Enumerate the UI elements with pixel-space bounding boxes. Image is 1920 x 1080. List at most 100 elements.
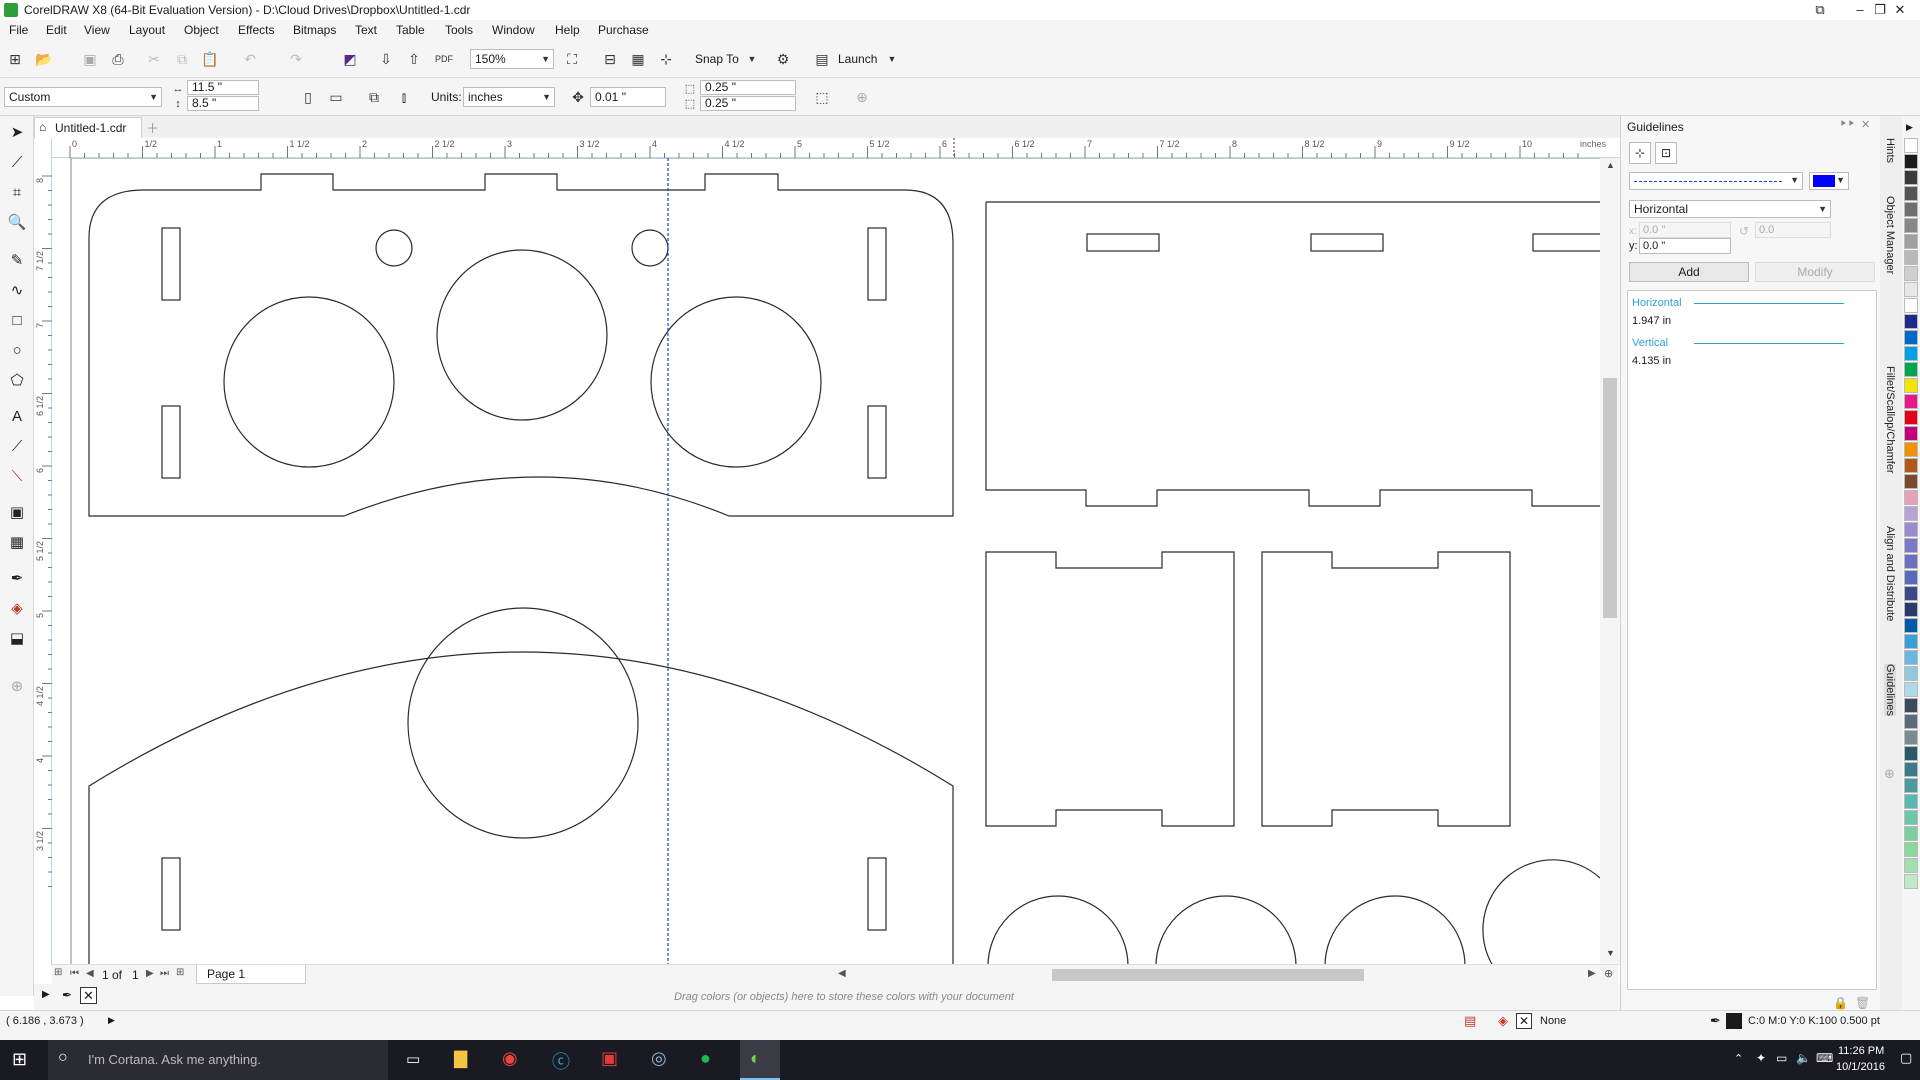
slot[interactable] (867, 857, 887, 931)
snap-guidelines-icon[interactable]: ⊡ (1655, 142, 1677, 164)
palette-options-arrow-icon[interactable]: ▶ (42, 989, 50, 1000)
palette-swatch[interactable] (1904, 858, 1918, 873)
add-page-before-icon[interactable]: ⊞ (54, 967, 62, 978)
small-hole[interactable] (375, 229, 413, 267)
guideline-type-select[interactable]: Horizontal ▼ (1629, 200, 1831, 218)
menu-file[interactable]: File (9, 23, 28, 37)
windows-start-icon[interactable]: ⊞ (12, 1049, 27, 1070)
first-page-icon[interactable]: ⏮ (70, 968, 79, 979)
notifications-icon[interactable]: ▢ (1900, 1050, 1912, 1066)
network-icon[interactable]: ▭ (1776, 1051, 1787, 1065)
palette-swatch[interactable] (1904, 762, 1918, 777)
steam-icon[interactable]: ◎ (651, 1048, 667, 1069)
guideline-color-picker[interactable]: ▼ (1809, 172, 1849, 190)
fillet-scallop-chamfer-tab[interactable]: Fillet/Scallop/Chamfer (1884, 366, 1896, 474)
freehand-tool-icon[interactable]: ✎ (6, 250, 28, 272)
palette-swatch[interactable] (1904, 490, 1918, 505)
eyedropper-icon[interactable]: ✒ (62, 988, 72, 1002)
palette-swatch[interactable] (1904, 250, 1918, 265)
prev-page-icon[interactable]: ◀ (86, 968, 94, 979)
palette-swatch[interactable] (1904, 138, 1918, 153)
menu-help[interactable]: Help (555, 23, 580, 37)
object-manager-tab[interactable]: Object Manager (1884, 196, 1896, 274)
guideline-lock-icon[interactable]: ⊹ (1629, 142, 1651, 164)
landscape-icon[interactable]: ▭ (326, 87, 346, 107)
round-part[interactable] (987, 895, 1129, 966)
home-icon[interactable]: ⌂ (39, 120, 46, 134)
red-app-icon[interactable]: ▣ (601, 1048, 618, 1069)
palette-swatch[interactable] (1904, 698, 1918, 713)
slot[interactable] (1086, 233, 1160, 252)
palette-swatch[interactable] (1904, 602, 1918, 617)
outline-pen-icon[interactable]: ✒ (1710, 1013, 1721, 1029)
guideline-x-input[interactable]: 0.0 " (1639, 222, 1731, 238)
top-left-panel[interactable] (88, 173, 954, 517)
add-toolbar-item-icon[interactable]: ⊕ (852, 87, 872, 107)
menu-view[interactable]: View (84, 23, 110, 37)
menu-table[interactable]: Table (396, 23, 425, 37)
spotify-icon[interactable]: ● (700, 1048, 711, 1069)
palette-swatch[interactable] (1904, 794, 1918, 809)
crop-tool-icon[interactable]: ⌗ (6, 182, 28, 204)
palette-swatch[interactable] (1904, 458, 1918, 473)
add-tool-icon[interactable]: ⊕ (6, 676, 28, 698)
zoom-tool-icon[interactable]: 🔍 (6, 212, 28, 234)
menu-bitmaps[interactable]: Bitmaps (293, 23, 336, 37)
palette-swatch[interactable] (1904, 538, 1918, 553)
keyboard-icon[interactable]: ⌨ (1816, 1051, 1833, 1065)
docker-collapse-icon[interactable]: ⯈⯈ (1839, 119, 1855, 130)
palette-swatch[interactable] (1904, 282, 1918, 297)
slot[interactable] (1310, 233, 1384, 252)
next-page-icon[interactable]: ▶ (146, 968, 154, 979)
large-hole[interactable] (407, 607, 639, 839)
drawing-canvas[interactable] (52, 158, 1620, 966)
volume-icon[interactable]: 🔈 (1796, 1051, 1811, 1065)
palette-swatch[interactable] (1904, 554, 1918, 569)
add-page-after-icon[interactable]: ⊞ (176, 967, 184, 978)
slot[interactable] (161, 857, 181, 931)
palette-swatch[interactable] (1904, 186, 1918, 201)
large-hole[interactable] (436, 249, 608, 421)
palette-swatch[interactable] (1904, 202, 1918, 217)
add-guideline-button[interactable]: Add (1629, 262, 1749, 282)
menu-tools[interactable]: Tools (445, 23, 473, 37)
top-right-panel[interactable] (985, 201, 1608, 507)
round-part[interactable] (1482, 859, 1601, 966)
close-button[interactable]: ✕ (1880, 0, 1920, 20)
palette-swatch[interactable] (1904, 618, 1918, 633)
portrait-icon[interactable]: ▯ (298, 87, 318, 107)
palette-swatch[interactable] (1904, 410, 1918, 425)
show-grid-icon[interactable]: ▦ (628, 49, 648, 69)
palette-swatch[interactable] (1904, 842, 1918, 857)
large-hole[interactable] (223, 296, 395, 468)
treat-as-filled-icon[interactable]: ⬚ (812, 87, 832, 107)
eyedropper-icon[interactable]: ✒ (6, 568, 28, 590)
clock-time[interactable]: 11:26 PM (1838, 1045, 1884, 1057)
clock-date[interactable]: 10/1/2016 (1836, 1061, 1885, 1073)
new-tab-plus-icon[interactable]: ＋ (146, 118, 159, 137)
delete-guideline-icon[interactable]: 🗑 (1855, 996, 1870, 1010)
palette-swatch[interactable] (1904, 570, 1918, 585)
transparency-icon[interactable]: ▦ (6, 532, 28, 554)
print-icon[interactable]: ⎙ (108, 49, 128, 69)
task-view-icon[interactable]: ▭ (406, 1050, 420, 1068)
slot[interactable] (161, 227, 181, 301)
slot[interactable] (867, 227, 887, 301)
modify-guideline-button[interactable]: Modify (1755, 262, 1875, 282)
page-size-select[interactable]: Custom ▼ (4, 87, 162, 107)
restore-panel-icon[interactable]: ⧉ (1800, 0, 1840, 20)
paste-icon[interactable]: 📋 (200, 49, 220, 69)
list-item-type[interactable]: Horizontal (1632, 297, 1682, 309)
fill-bucket-icon[interactable]: ◈ (1498, 1013, 1508, 1029)
vertical-scroll-thumb[interactable] (1603, 378, 1617, 618)
ellipse-tool-icon[interactable]: ○ (6, 340, 28, 362)
rectangle-tool-icon[interactable]: □ (6, 310, 28, 332)
page-height-input[interactable]: 8.5 " (187, 96, 259, 111)
large-hole[interactable] (650, 296, 822, 468)
palette-swatch[interactable] (1904, 298, 1918, 313)
scroll-right-icon[interactable]: ▶ (1588, 968, 1596, 979)
all-pages-icon[interactable]: ⧉ (364, 87, 384, 107)
launch-dropdown[interactable]: Launch (838, 52, 877, 66)
hints-tab[interactable]: Hints (1884, 138, 1896, 163)
palette-swatch[interactable] (1904, 826, 1918, 841)
